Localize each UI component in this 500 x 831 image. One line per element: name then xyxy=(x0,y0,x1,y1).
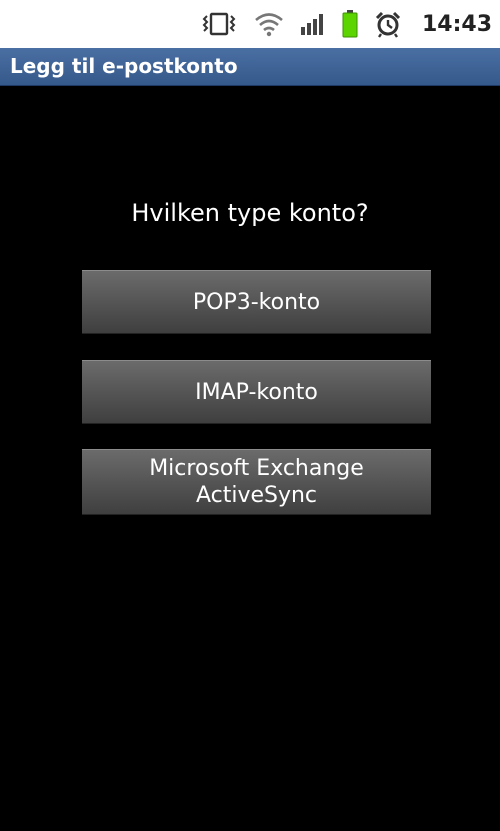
alarm-icon xyxy=(374,10,402,38)
title-bar: Legg til e-postkonto xyxy=(0,48,500,86)
account-type-question: Hvilken type konto? xyxy=(131,199,369,227)
pop3-account-button[interactable]: POP3-konto xyxy=(82,270,431,334)
clock: 14:43 xyxy=(421,11,492,37)
battery-icon xyxy=(342,10,358,38)
page-title: Legg til e-postkonto xyxy=(10,54,238,78)
status-icons: 14:43 xyxy=(202,0,492,48)
exchange-activesync-button[interactable]: Microsoft Exchange ActiveSync xyxy=(82,449,431,515)
wifi-icon xyxy=(254,11,284,37)
vibrate-icon xyxy=(202,11,238,37)
signal-icon xyxy=(300,12,326,36)
status-bar: 14:43 xyxy=(0,0,500,48)
imap-account-button[interactable]: IMAP-konto xyxy=(82,360,431,424)
